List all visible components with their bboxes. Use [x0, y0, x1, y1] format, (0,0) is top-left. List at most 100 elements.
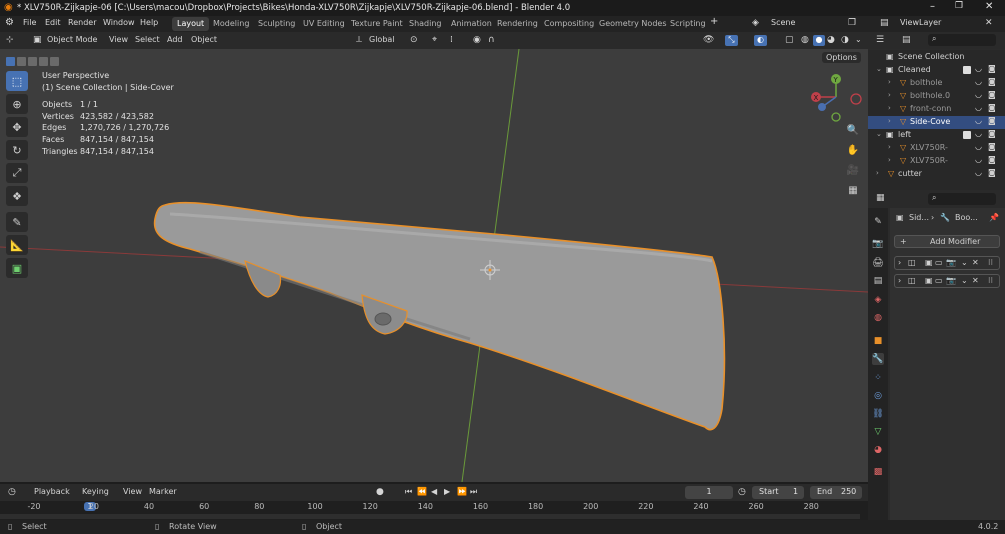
solid-shading-icon[interactable]: ● [813, 35, 825, 46]
menu-playback[interactable]: Playback [34, 487, 70, 496]
jump-keyframe-forward-icon[interactable]: ⏩ [457, 487, 467, 496]
tab-scripting[interactable]: Scripting [665, 17, 711, 31]
visibility-eye-icon[interactable]: ◡ [975, 90, 982, 99]
expand-icon[interactable]: › [888, 143, 891, 151]
world-tab-icon[interactable]: ◍ [872, 312, 884, 324]
properties-editor-icon[interactable]: ▦ [876, 193, 885, 203]
visibility-icon[interactable]: 👁 [703, 35, 714, 45]
viewport-toggle-icon[interactable]: ▭ [935, 276, 943, 285]
modifier-panel[interactable]: › ◫ ▣ ▭ 📷 ⌄ ✕ ⁝⁝ [894, 256, 1000, 270]
transform-tool-icon[interactable]: ❖ [6, 186, 28, 206]
render-tab-icon[interactable]: 📷 [872, 238, 884, 250]
outliner-item[interactable]: › ▽ Side-Cove ◡ ◙ [868, 116, 1005, 129]
outliner-item[interactable]: ⌄ ▣ Cleaned ◡ ◙ [868, 64, 1005, 77]
visibility-eye-icon[interactable]: ◡ [975, 116, 982, 125]
dropdown-icon[interactable]: ⌄ [961, 276, 968, 285]
tab-uv-editing[interactable]: UV Editing [298, 17, 350, 31]
texture-tab-icon[interactable]: ▩ [872, 466, 884, 478]
scale-tool-icon[interactable]: ⤢ [6, 163, 28, 183]
outliner-item[interactable]: ⌄ ▣ left ◡ ◙ [868, 129, 1005, 142]
material-shading-icon[interactable]: ◕ [827, 35, 835, 45]
editor-type-icon[interactable]: ⊹ [6, 35, 14, 45]
render-camera-icon[interactable]: ◙ [988, 155, 996, 164]
expand-icon[interactable]: › [876, 169, 879, 177]
view-layer-name[interactable]: ViewLayer [900, 18, 941, 27]
menu-render[interactable]: Render [68, 18, 96, 27]
expand-icon[interactable]: › [888, 78, 891, 86]
menu-add[interactable]: Add [167, 35, 183, 44]
move-tool-icon[interactable]: ✥ [6, 117, 28, 137]
add-workspace-icon[interactable]: + [710, 16, 718, 27]
tab-sculpting[interactable]: Sculpting [253, 17, 300, 31]
render-camera-icon[interactable]: ◙ [988, 116, 996, 125]
render-camera-icon[interactable]: ◙ [988, 77, 996, 86]
select-new-icon[interactable] [6, 57, 15, 66]
drag-handle-icon[interactable]: ⁝⁝ [988, 258, 993, 267]
play-icon[interactable]: ▶ [444, 487, 450, 496]
tab-modeling[interactable]: Modeling [208, 17, 254, 31]
editmode-toggle-icon[interactable]: ▣ [925, 258, 933, 267]
constraints-tab-icon[interactable]: ⛓ [872, 408, 884, 420]
blender-menu-icon[interactable]: ⚙ [5, 17, 14, 28]
tab-layout[interactable]: Layout [172, 17, 210, 31]
exclude-checkbox[interactable] [963, 66, 971, 74]
tool-tab-icon[interactable]: ✎ [872, 216, 884, 228]
editmode-toggle-icon[interactable]: ▣ [925, 276, 933, 285]
menu-file[interactable]: File [23, 18, 36, 27]
render-camera-icon[interactable]: ◙ [988, 168, 996, 177]
timeline-editor-icon[interactable]: ◷ [8, 487, 16, 497]
outliner-scene-collection[interactable]: ▣ Scene Collection [868, 51, 1005, 64]
play-reverse-icon[interactable]: ◀ [431, 487, 437, 496]
menu-select[interactable]: Select [135, 35, 160, 44]
transform-orientation-dropdown[interactable]: Global [369, 35, 395, 44]
cursor-tool-icon[interactable]: ⊕ [6, 94, 28, 114]
visibility-eye-icon[interactable]: ◡ [975, 168, 982, 177]
menu-help[interactable]: Help [140, 18, 158, 27]
wireframe-shading-icon[interactable]: ◍ [801, 35, 809, 45]
pin-icon[interactable]: 📌 [989, 213, 999, 222]
dropdown-icon[interactable]: ⌄ [961, 258, 968, 267]
render-toggle-icon[interactable]: 📷 [946, 276, 956, 285]
expand-icon[interactable]: ⌄ [876, 130, 882, 138]
menu-edit[interactable]: Edit [45, 18, 61, 27]
render-camera-icon[interactable]: ◙ [988, 90, 996, 99]
zoom-icon[interactable]: 🔍 [845, 125, 861, 145]
measure-tool-icon[interactable]: 📐 [6, 235, 28, 255]
camera-view-icon[interactable]: 🎥 [845, 165, 861, 185]
current-frame-field[interactable]: 1 [685, 486, 733, 499]
expand-icon[interactable]: › [888, 117, 891, 125]
expand-icon[interactable]: › [888, 156, 891, 164]
view-layer-tab-icon[interactable]: ▤ [872, 275, 884, 287]
menu-object[interactable]: Object [191, 35, 217, 44]
proportional-edit-icon[interactable]: ◉ [473, 35, 481, 45]
timeline-scrollbar[interactable] [0, 514, 860, 519]
end-frame-field[interactable]: End 250 [810, 486, 862, 499]
expand-icon[interactable]: › [888, 91, 891, 99]
overlay-toggle-icon[interactable]: ◐ [754, 35, 767, 46]
expand-icon[interactable]: › [888, 104, 891, 112]
outliner-item[interactable]: › ▽ front-conn ◡ ◙ [868, 103, 1005, 116]
outliner-search-input[interactable]: ⌕ [928, 34, 996, 46]
shading-options-icon[interactable]: ⌄ [855, 35, 862, 44]
pan-hand-icon[interactable]: ✋ [845, 145, 861, 165]
tab-geometry-nodes[interactable]: Geometry Nodes [594, 17, 671, 31]
scene-tab-icon[interactable]: ◈ [872, 294, 884, 306]
visibility-eye-icon[interactable]: ◡ [975, 142, 982, 151]
menu-window[interactable]: Window [103, 18, 135, 27]
properties-search-input[interactable]: ⌕ [928, 193, 996, 205]
outliner-item[interactable]: › ▽ XLV750R- ◡ ◙ [868, 155, 1005, 168]
visibility-eye-icon[interactable]: ◡ [975, 155, 982, 164]
expand-icon[interactable]: › [898, 258, 901, 267]
display-mode-icon[interactable]: ▤ [902, 35, 911, 45]
modifier-tab-icon[interactable]: 🔧 [872, 353, 884, 365]
data-tab-icon[interactable]: ▽ [872, 426, 884, 438]
modifier-panel[interactable]: › ◫ ▣ ▭ 📷 ⌄ ✕ ⁝⁝ [894, 274, 1000, 288]
perspective-toggle-icon[interactable]: ▦ [845, 185, 861, 205]
maximize-icon[interactable]: ❐ [955, 1, 963, 11]
jump-start-icon[interactable]: ⏮ [405, 487, 412, 497]
tab-texture-paint[interactable]: Texture Paint [346, 17, 408, 31]
render-camera-icon[interactable]: ◙ [988, 129, 996, 138]
outliner-item[interactable]: › ▽ bolthole.0 ◡ ◙ [868, 90, 1005, 103]
add-modifier-button[interactable]: + Add Modifier [894, 235, 1000, 248]
outliner-item[interactable]: › ▽ bolthole ◡ ◙ [868, 77, 1005, 90]
